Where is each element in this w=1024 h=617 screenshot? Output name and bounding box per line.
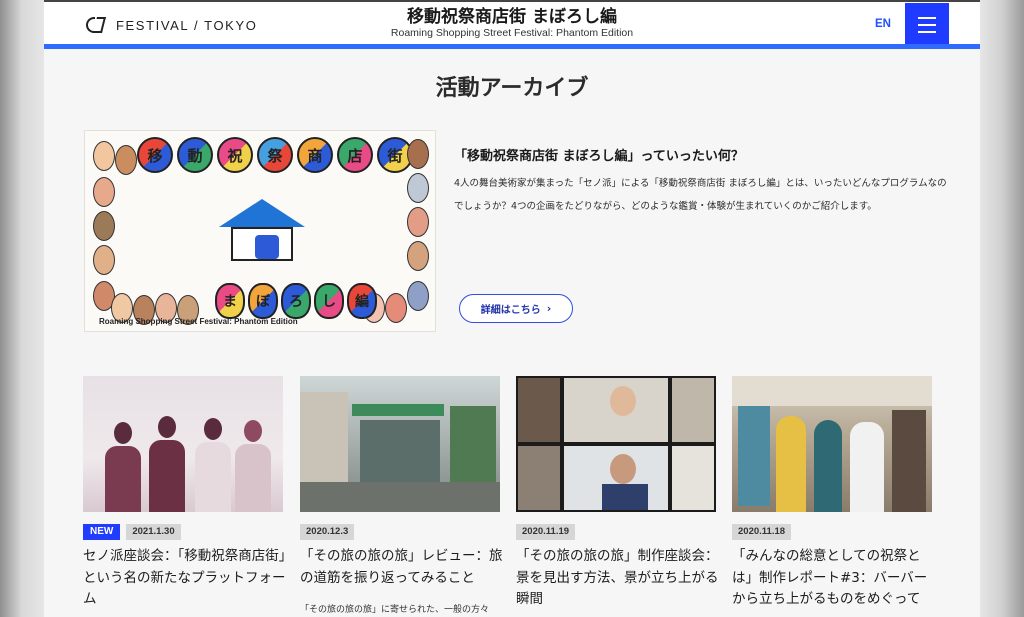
article-card[interactable]: 2020.11.18 「みんなの総意としての祝祭とは」制作レポート#3：バーバー… [732, 376, 932, 607]
article-card[interactable]: NEW 2021.1.30 セノ派座談会：「移動祝祭商店街」という名の新たなプラ… [83, 376, 286, 607]
sub-tile: ぼ [248, 283, 278, 319]
chevron-right-icon: › [546, 302, 552, 315]
title-tile: 移 [137, 137, 173, 173]
article-thumbnail[interactable] [732, 376, 932, 512]
page-title-ja: 移動祝祭商店街 まぼろし編 [407, 7, 617, 27]
title-tile: 商 [297, 137, 333, 173]
feature-image-title-tiles: 移 動 祝 祭 商 店 街 [137, 137, 413, 173]
hamburger-icon [918, 17, 936, 19]
title-tile: 店 [337, 137, 373, 173]
article-thumbnail[interactable] [300, 376, 500, 512]
article-title[interactable]: 「その旅の旅の旅」制作座談会：景を見出す方法、景が立ち上がる瞬間 [516, 546, 724, 611]
page: FESTIVAL / TOKYO 移動祝祭商店街 まぼろし編 Roaming S… [44, 0, 980, 617]
feature-description: 4人の舞台美術家が集まった「セノ派」による「移動祝祭商店街 まぼろし編」とは、い… [454, 178, 947, 212]
new-badge: NEW [83, 524, 121, 540]
article-date: 2020.11.19 [516, 524, 576, 540]
details-button[interactable]: 詳細はこちら › [459, 294, 573, 323]
article-thumbnail[interactable] [516, 376, 716, 512]
language-switch-en[interactable]: EN [875, 18, 891, 30]
header-accent-bar [44, 44, 980, 49]
article-thumbnail[interactable] [83, 376, 283, 512]
details-button-label: 詳細はこちら [480, 305, 541, 316]
feature-image-caption: Roaming Shopping Street Festival: Phanto… [99, 317, 298, 326]
sub-tile: し [314, 283, 344, 319]
article-card[interactable]: 2020.12.3 「その旅の旅の旅」レビュー：旅の道筋を振り返ってみること 「… [300, 376, 503, 615]
site-header: FESTIVAL / TOKYO 移動祝祭商店街 まぼろし編 Roaming S… [44, 0, 980, 47]
title-tile: 祝 [217, 137, 253, 173]
article-title[interactable]: 「その旅の旅の旅」レビュー：旅の道筋を振り返ってみること [300, 546, 508, 589]
feature-image-sub-tiles: ま ぼ ろ し 編 [215, 283, 377, 319]
article-date: 2021.1.30 [126, 524, 181, 540]
feature-heading[interactable]: 「移動祝祭商店街 まぼろし編」っていったい何？ [454, 145, 744, 164]
article-card[interactable]: 2020.11.19 「その旅の旅の旅」制作座談会：景を見出す方法、景が立ち上が… [516, 376, 719, 607]
title-tile: 祭 [257, 137, 293, 173]
sub-tile: ま [215, 283, 245, 319]
sub-tile: 編 [347, 283, 377, 319]
shop-hut-illustration [219, 199, 305, 263]
article-title[interactable]: 「みんなの総意としての祝祭とは」制作レポート#3：バーバーから立ち上がるものをめ… [732, 546, 940, 611]
article-excerpt: 「その旅の旅の旅」に寄せられた、一般の方々 [300, 605, 490, 615]
article-date: 2020.12.3 [300, 524, 355, 540]
article-title[interactable]: セノ派座談会：「移動祝祭商店街」という名の新たなプラットフォーム [83, 546, 291, 611]
article-date: 2020.11.18 [732, 524, 792, 540]
feature-image[interactable]: 移 動 祝 祭 商 店 街 ま ぼ ろ し 編 Roaming Shopping… [84, 130, 436, 332]
title-tile: 動 [177, 137, 213, 173]
section-title: 活動アーカイブ [435, 76, 589, 101]
sub-tile: ろ [281, 283, 311, 319]
menu-button[interactable] [905, 3, 949, 47]
page-title-en: Roaming Shopping Street Festival: Phanto… [390, 27, 634, 39]
page-title: 移動祝祭商店街 まぼろし編 Roaming Shopping Street Fe… [44, 7, 980, 40]
